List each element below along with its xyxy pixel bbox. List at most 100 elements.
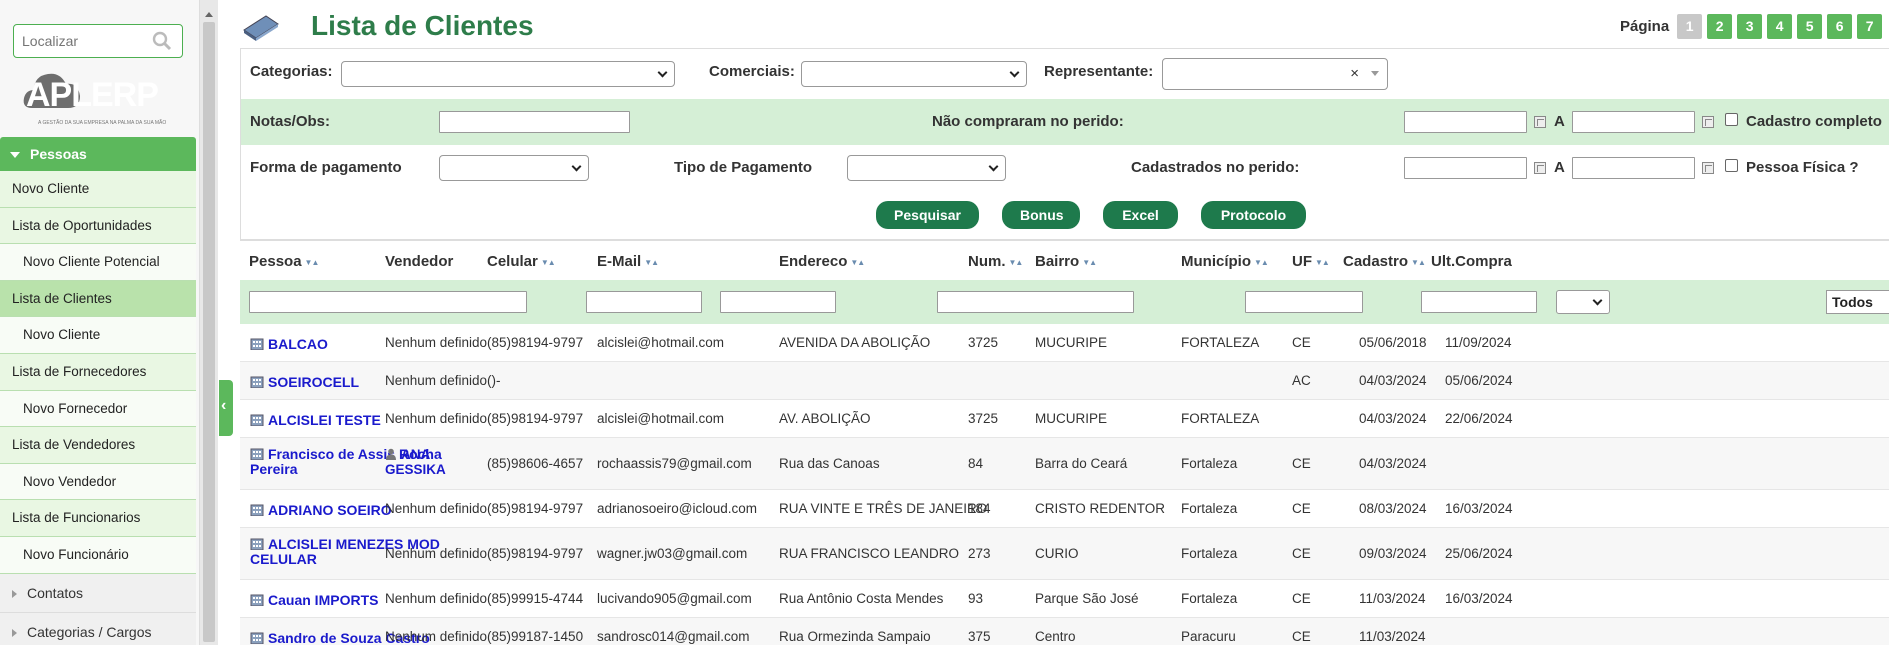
page-3-button[interactable]: 3 (1737, 14, 1763, 39)
scrollbar-thumb[interactable] (203, 22, 215, 642)
calendar-icon[interactable] (1702, 116, 1714, 128)
column-header[interactable]: Celular ▼▲ (487, 253, 556, 270)
sidebar-item[interactable]: Novo Funcionário (0, 536, 196, 574)
nao-compraram-start-input[interactable] (1404, 111, 1527, 133)
endereco-filter-input[interactable] (937, 291, 1134, 313)
calendar-icon[interactable] (1534, 116, 1546, 128)
scroll-up-icon[interactable] (205, 12, 213, 17)
chevron-down-icon (657, 67, 668, 78)
tipo-pagamento-select[interactable] (847, 155, 1006, 181)
cell-uf: CE (1292, 629, 1311, 644)
sort-icon[interactable]: ▼▲ (1411, 258, 1426, 267)
sidebar-item[interactable]: Novo Cliente (0, 171, 196, 208)
column-header[interactable]: Bairro ▼▲ (1035, 253, 1097, 270)
table-row[interactable]: Francisco de Assis Rocha Pereira ANA GESS… (240, 438, 1889, 490)
column-header[interactable]: Endereco ▼▲ (779, 253, 865, 270)
vendedor-link[interactable]: ANA GESSIKA (385, 447, 465, 477)
sidebar-item[interactable]: Lista de Funcionarios (0, 500, 196, 537)
cadastro-completo-checkbox[interactable] (1725, 113, 1738, 126)
excel-button[interactable]: Excel (1103, 201, 1178, 229)
table-row[interactable]: ALCISLEI MENEZES MOD CELULAR Nenhum defin… (240, 528, 1889, 580)
protocolo-button[interactable]: Protocolo (1201, 201, 1306, 229)
page-4-button[interactable]: 4 (1767, 14, 1793, 39)
collapse-sidebar-button[interactable]: ‹ (219, 380, 233, 436)
page-7-button[interactable]: 7 (1857, 14, 1883, 39)
sidebar-scrollbar[interactable] (200, 0, 218, 645)
cell-email: alcislei@hotmail.com (597, 335, 724, 350)
sort-icon[interactable]: ▼▲ (850, 258, 865, 267)
table-row[interactable]: Cauan IMPORTS Nenhum definido (85)99915-47… (240, 580, 1889, 618)
nao-compraram-end-input[interactable] (1572, 111, 1695, 133)
categorias-select[interactable] (341, 61, 675, 87)
client-name: Cauan IMPORTS (268, 592, 379, 608)
column-header[interactable]: Num. ▼▲ (968, 253, 1024, 270)
page-1-button[interactable]: 1 (1677, 14, 1703, 39)
search-input[interactable] (14, 25, 144, 57)
comerciais-select[interactable] (801, 61, 1027, 87)
chevron-down-icon (1009, 67, 1020, 78)
ult-compra-filter-select[interactable]: Todos (1826, 290, 1889, 314)
cadastrados-start-input[interactable] (1404, 157, 1527, 179)
sort-icon[interactable]: ▼▲ (305, 258, 320, 267)
search-box[interactable] (13, 24, 183, 58)
representante-select[interactable]: × (1162, 58, 1388, 90)
forma-pagamento-select[interactable] (439, 155, 589, 181)
uf-filter-select[interactable] (1556, 290, 1610, 314)
pessoa-filter-input[interactable] (249, 291, 527, 313)
page-2-button[interactable]: 2 (1707, 14, 1733, 39)
sidebar-item[interactable]: Lista de Fornecedores (0, 353, 196, 391)
cadastrados-end-input[interactable] (1572, 157, 1695, 179)
calendar-icon[interactable] (1702, 162, 1714, 174)
column-header[interactable]: E-Mail ▼▲ (597, 253, 659, 270)
column-header[interactable]: Cadastro ▼▲ (1343, 253, 1426, 270)
sidebar-item[interactable]: Novo Cliente Potencial (0, 244, 196, 281)
table-row[interactable]: ALCISLEI TESTE Nenhum definido (85)98194-9… (240, 400, 1889, 438)
cell-celular: (85)98606-4657 (487, 456, 584, 471)
sidebar-item[interactable]: Novo Cliente (0, 317, 196, 354)
page-6-button[interactable]: 6 (1827, 14, 1853, 39)
cell-endereco: Rua Antônio Costa Mendes (779, 591, 944, 606)
sidebar-section-pessoas[interactable]: Pessoas (0, 137, 196, 171)
table-row[interactable]: SOEIROCELL Nenhum definido ()- AC 04/03/2024… (240, 362, 1889, 400)
column-header[interactable]: UF ▼▲ (1292, 253, 1330, 270)
sort-icon[interactable]: ▼▲ (1315, 258, 1330, 267)
column-header-label: Endereco (779, 253, 848, 270)
municipio-filter-input[interactable] (1421, 291, 1537, 313)
sidebar-section-categorias[interactable]: Categorias / Cargos (0, 612, 196, 645)
column-header[interactable]: Município ▼▲ (1181, 253, 1269, 270)
cell-cadastro: 04/03/2024 (1359, 411, 1427, 426)
notas-input[interactable] (439, 111, 630, 133)
cell-uf: CE (1292, 501, 1311, 516)
sidebar-item[interactable]: Lista de Vendedores (0, 427, 196, 464)
email-filter-input[interactable] (720, 291, 836, 313)
dropdown-arrow-icon (1371, 71, 1379, 76)
bonus-button[interactable]: Bonus (1002, 201, 1080, 229)
column-header[interactable]: Vendedor (385, 253, 453, 270)
sidebar-item[interactable]: Novo Fornecedor (0, 390, 196, 428)
table-row[interactable]: Sandro de Souza Castro Nenhum definido (85… (240, 618, 1889, 645)
sort-icon[interactable]: ▼▲ (644, 258, 659, 267)
search-icon[interactable] (152, 31, 172, 51)
celular-filter-input[interactable] (586, 291, 702, 313)
bairro-filter-input[interactable] (1245, 291, 1363, 313)
table-row[interactable]: ADRIANO SOEIRO Nenhum definido (85)98194-9… (240, 490, 1889, 528)
cell-cadastro: 04/03/2024 (1359, 373, 1427, 388)
building-icon (250, 504, 264, 516)
sort-icon[interactable]: ▼▲ (1254, 258, 1269, 267)
sidebar-item[interactable]: Lista de Oportunidades (0, 207, 196, 245)
pesquisar-button[interactable]: Pesquisar (876, 201, 979, 229)
sort-icon[interactable]: ▼▲ (1082, 258, 1097, 267)
column-header[interactable]: Pessoa ▼▲ (249, 253, 320, 270)
cell-bairro: CRISTO REDENTOR (1035, 501, 1166, 516)
sort-icon[interactable]: ▼▲ (541, 258, 556, 267)
sidebar-item[interactable]: Lista de Clientes (0, 280, 196, 318)
table-row[interactable]: BALCAO Nenhum definido (85)98194-9797 alcis… (240, 324, 1889, 362)
sort-icon[interactable]: ▼▲ (1009, 258, 1024, 267)
sidebar-section-contatos[interactable]: Contatos (0, 573, 196, 613)
clear-icon[interactable]: × (1350, 65, 1359, 82)
calendar-icon[interactable] (1534, 162, 1546, 174)
pessoa-fisica-checkbox[interactable] (1725, 159, 1738, 172)
sidebar-item[interactable]: Novo Vendedor (0, 463, 196, 501)
column-header[interactable]: Ult.Compra (1431, 253, 1512, 270)
page-5-button[interactable]: 5 (1797, 14, 1823, 39)
